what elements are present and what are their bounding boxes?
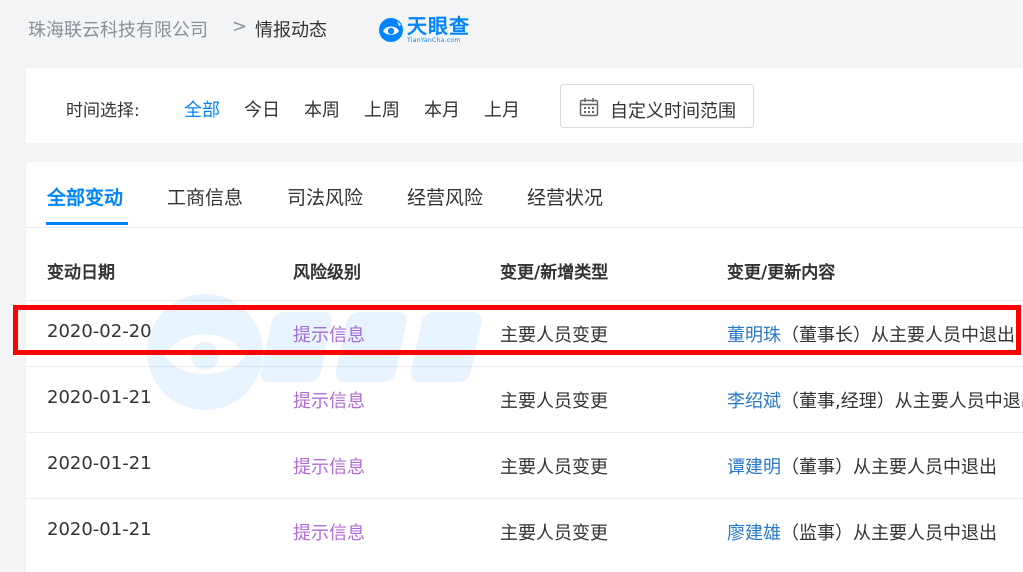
tab-operating-status[interactable]: 经营状况 <box>527 183 603 210</box>
table-row: 2020-02-20 提示信息 主要人员变更 董明珠（董事长）从主要人员中退出 <box>26 300 1023 366</box>
row-risk: 提示信息 <box>293 457 365 478</box>
row-content: 廖建雄（监事）从主要人员中退出 <box>727 519 997 545</box>
row-date: 2020-01-21 <box>47 519 152 540</box>
time-option-all[interactable]: 全部 <box>184 96 220 122</box>
time-option-this-month[interactable]: 本月 <box>424 96 460 122</box>
category-tabs: 全部变动 工商信息 司法风险 经营风险 经营状况 <box>26 162 1023 228</box>
tab-judicial-risk[interactable]: 司法风险 <box>287 183 363 210</box>
time-filter-label: 时间选择: <box>66 101 140 121</box>
time-option-today[interactable]: 今日 <box>244 96 280 122</box>
row-risk: 提示信息 <box>293 391 365 412</box>
person-link[interactable]: 谭建明 <box>727 457 781 478</box>
header-change-type: 变更/新增类型 <box>500 263 609 283</box>
person-link[interactable]: 廖建雄 <box>727 523 781 544</box>
header-risk-level: 风险级别 <box>293 263 361 283</box>
row-risk: 提示信息 <box>293 523 365 544</box>
custom-range-button[interactable]: 自定义时间范围 <box>560 84 754 128</box>
page-header: 珠海联云科技有限公司 > 情报动态 天眼查 TianYanCha.com <box>0 0 1023 58</box>
tab-all-changes[interactable]: 全部变动 <box>47 183 123 210</box>
time-option-last-month[interactable]: 上月 <box>484 96 520 122</box>
header-change-date: 变动日期 <box>47 263 115 283</box>
header-change-content: 变更/更新内容 <box>727 263 836 283</box>
row-type: 主要人员变更 <box>500 391 608 412</box>
row-detail: （董事）从主要人员中退出 <box>781 457 997 478</box>
person-link[interactable]: 李绍斌 <box>727 391 781 412</box>
time-option-this-week[interactable]: 本周 <box>304 96 340 122</box>
breadcrumb-company[interactable]: 珠海联云科技有限公司 <box>28 16 208 42</box>
eye-logo-icon <box>379 18 403 42</box>
row-content: 李绍斌（董事,经理）从主要人员中退出 <box>727 387 1023 413</box>
row-detail: （董事长）从主要人员中退出 <box>781 325 1015 346</box>
row-content: 董明珠（董事长）从主要人员中退出 <box>727 321 1015 347</box>
row-date: 2020-01-21 <box>47 453 152 474</box>
breadcrumb-current: 情报动态 <box>255 20 327 41</box>
table-row: 2020-01-21 提示信息 主要人员变更 谭建明（董事）从主要人员中退出 <box>26 432 1023 498</box>
tab-business-info[interactable]: 工商信息 <box>167 183 243 210</box>
row-risk: 提示信息 <box>293 325 365 346</box>
row-type: 主要人员变更 <box>500 523 608 544</box>
person-link[interactable]: 董明珠 <box>727 325 781 346</box>
row-detail: （董事,经理）从主要人员中退出 <box>781 391 1023 412</box>
brand-sub: TianYanCha.com <box>407 37 461 44</box>
tianyancha-logo: 天眼查 TianYanCha.com <box>378 14 470 46</box>
row-type: 主要人员变更 <box>500 325 608 346</box>
calendar-icon <box>579 98 599 117</box>
row-type: 主要人员变更 <box>500 457 608 478</box>
brand-name: 天眼查 <box>407 14 470 38</box>
row-content: 谭建明（董事）从主要人员中退出 <box>727 453 997 479</box>
changes-card: 全部变动 工商信息 司法风险 经营风险 经营状况 变动日期 风险级别 变更/新增… <box>26 162 1023 572</box>
table-row: 2020-01-21 提示信息 主要人员变更 李绍斌（董事,经理）从主要人员中退… <box>26 366 1023 432</box>
custom-range-label: 自定义时间范围 <box>610 101 736 122</box>
table-row: 2020-01-21 提示信息 主要人员变更 廖建雄（监事）从主要人员中退出 <box>26 498 1023 564</box>
row-date: 2020-01-21 <box>47 387 152 408</box>
time-option-last-week[interactable]: 上周 <box>364 96 400 122</box>
tab-operating-risk[interactable]: 经营风险 <box>407 183 483 210</box>
row-detail: （监事）从主要人员中退出 <box>781 523 997 544</box>
breadcrumb-separator: > <box>232 16 248 37</box>
time-filter-card: 时间选择: 全部 今日 本周 上周 本月 上月 自定义时间范围 <box>26 68 1023 143</box>
active-tab-indicator <box>46 222 128 225</box>
row-date: 2020-02-20 <box>47 321 152 342</box>
